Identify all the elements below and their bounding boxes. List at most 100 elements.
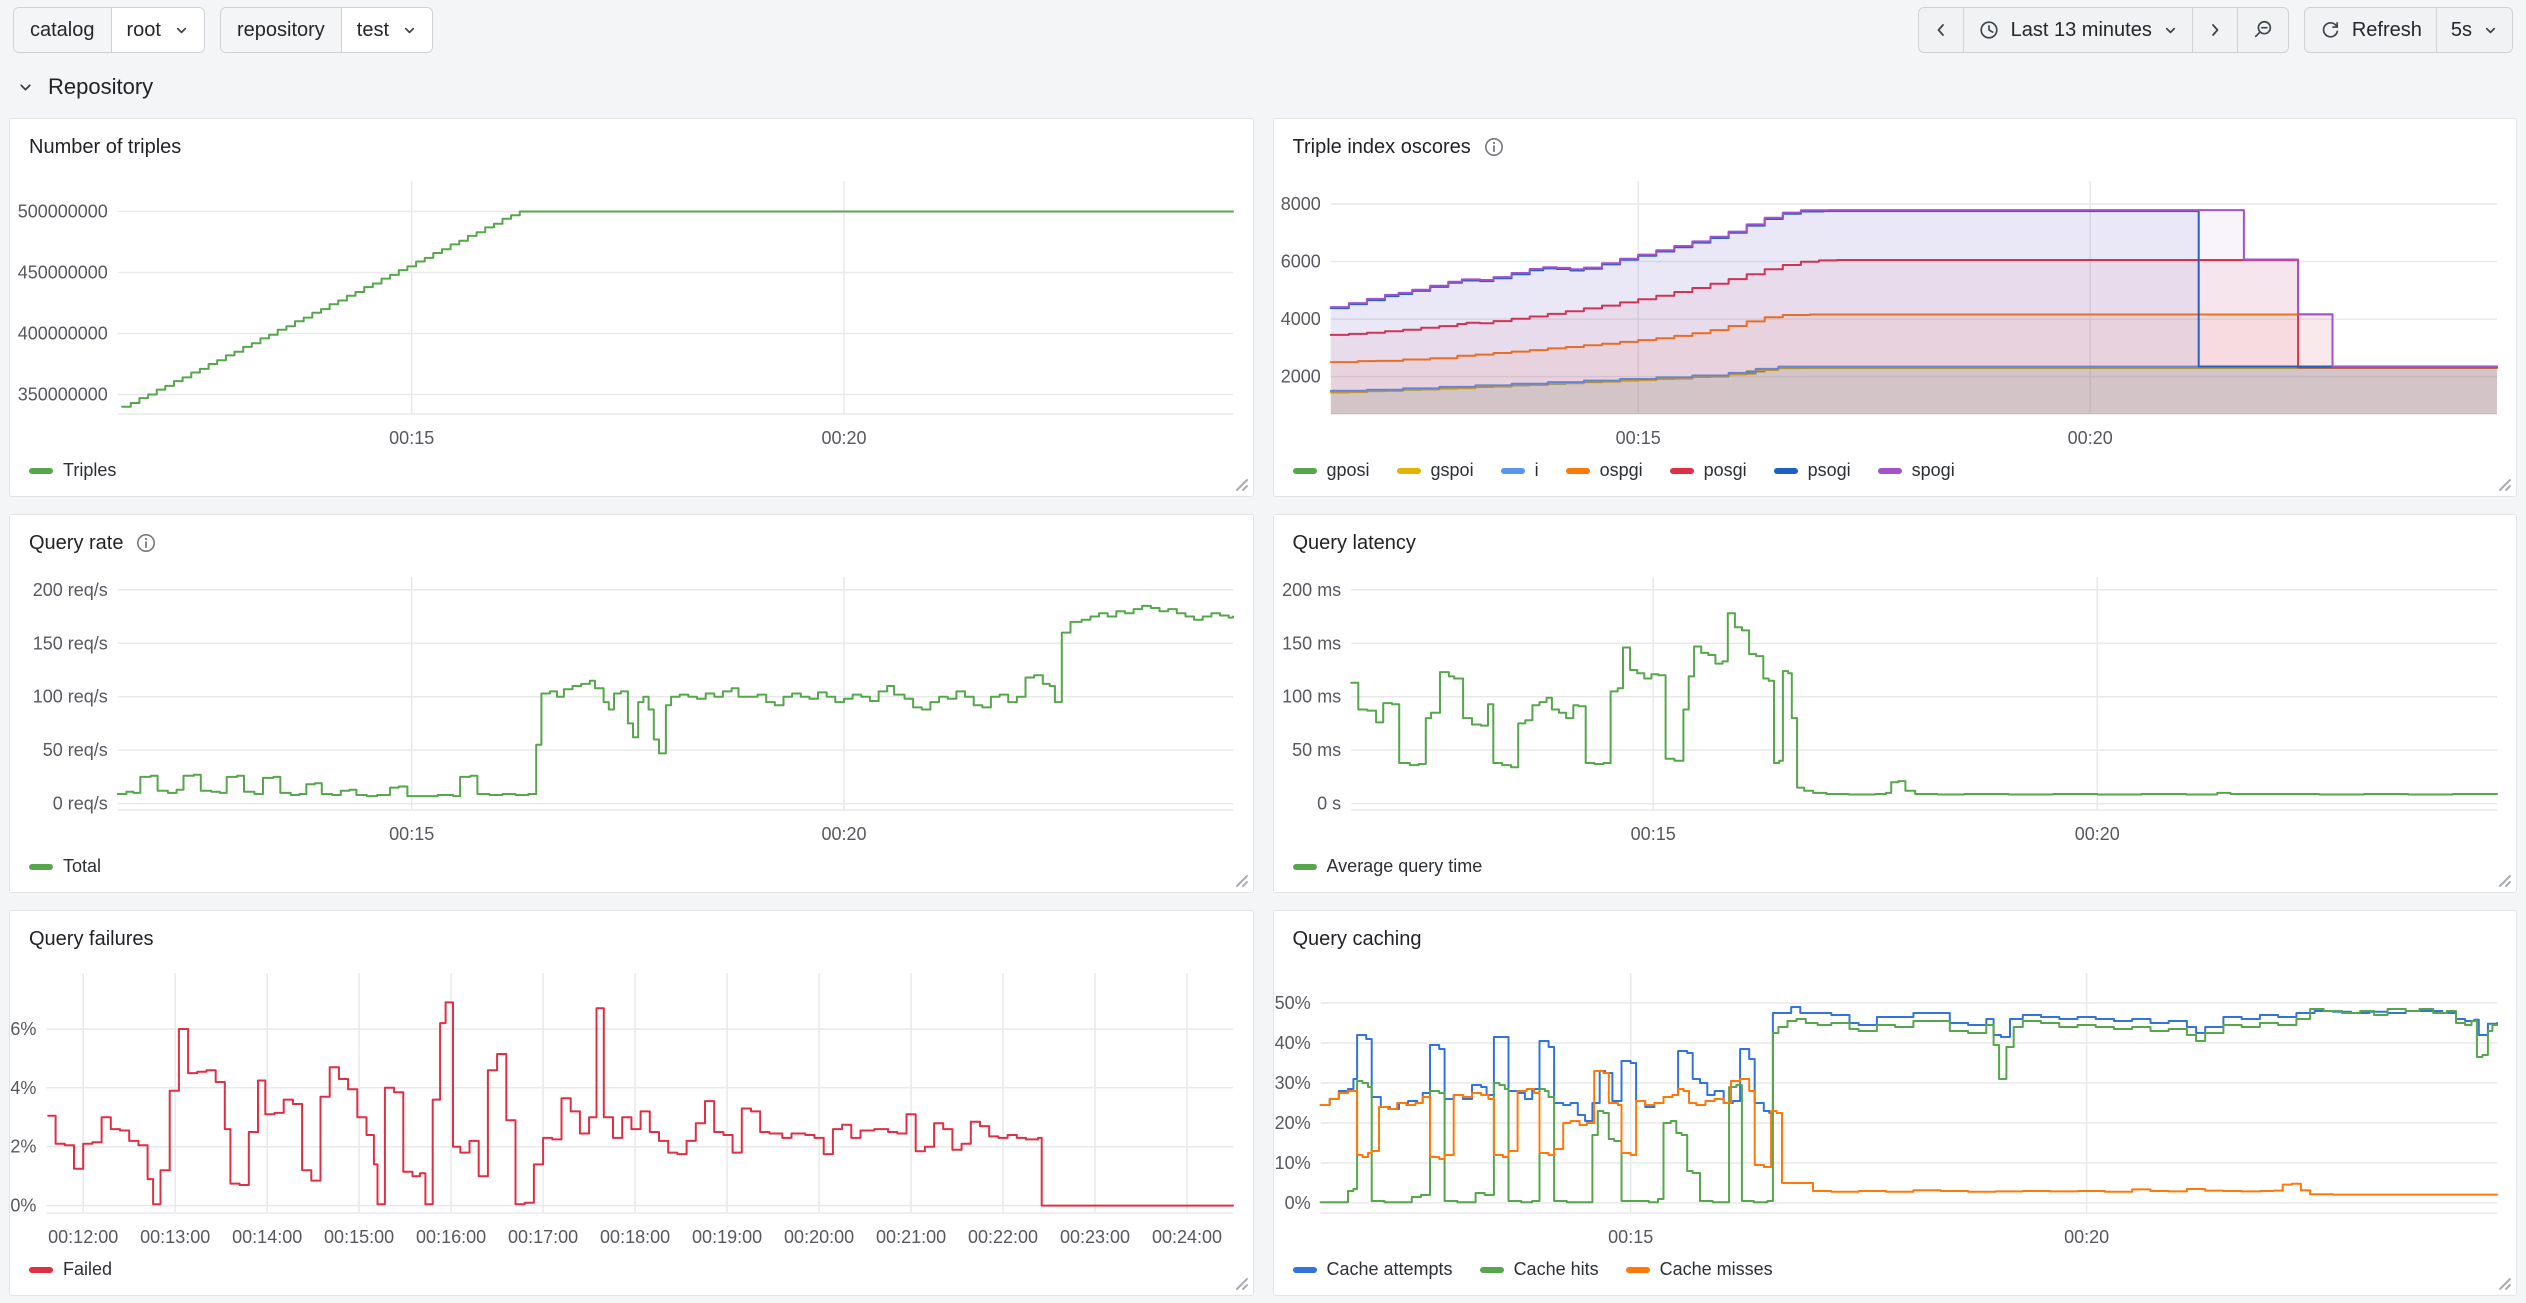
panel-header: Query rate [10, 515, 1253, 561]
legend-item-cache-hits[interactable]: Cache hits [1480, 1259, 1599, 1280]
x-tick-label: 00:23:00 [1060, 1227, 1130, 1247]
x-tick-label: 00:19:00 [692, 1227, 762, 1247]
panel-title[interactable]: Query caching [1293, 928, 1422, 951]
y-tick-label: 0 req/s [53, 794, 108, 814]
series-line-Failed [48, 1002, 1233, 1205]
panel-legend: Average query time [1274, 854, 2517, 892]
panel-query-failures: Query failures 00:12:0000:13:0000:14:000… [9, 910, 1254, 1296]
panel-resize-handle[interactable] [1232, 475, 1249, 492]
legend-item-cache-attempts[interactable]: Cache attempts [1293, 1259, 1453, 1280]
zoom-out-time-button[interactable] [2237, 8, 2288, 52]
panel-header: Triple index oscores [1274, 119, 2517, 165]
panel-resize-handle[interactable] [2495, 871, 2512, 888]
legend-item-gspoi[interactable]: gspoi [1397, 460, 1474, 481]
legend-item-i[interactable]: i [1501, 460, 1539, 481]
legend-marker [1293, 864, 1317, 870]
legend-item-triples[interactable]: Triples [29, 460, 116, 481]
variable-label-catalog: catalog [14, 8, 112, 52]
panel-resize-handle[interactable] [1232, 1274, 1249, 1291]
legend-marker [1670, 468, 1694, 474]
x-tick-label: 00:22:00 [968, 1227, 1038, 1247]
section-header-repository[interactable]: Repository [0, 56, 2526, 118]
legend-label: Failed [63, 1259, 112, 1280]
clock-icon [1978, 19, 2000, 41]
panel-resize-handle[interactable] [2495, 1274, 2512, 1291]
panel-title[interactable]: Number of triples [29, 136, 181, 159]
x-tick-label: 00:12:00 [48, 1227, 118, 1247]
time-shift-forward-button[interactable] [2192, 8, 2237, 52]
panel-title[interactable]: Triple index oscores [1293, 136, 1471, 159]
y-tick-label: 8000 [1280, 194, 1320, 214]
y-tick-label: 40% [1274, 1033, 1310, 1053]
refresh-button[interactable]: Refresh [2305, 8, 2436, 52]
series-line-Total [118, 606, 1233, 796]
timeseries-chart[interactable]: 00:1500:200 s50 ms100 ms150 ms200 ms [1274, 561, 2517, 854]
y-tick-label: 450000000 [18, 263, 108, 283]
variable-pickers: catalog root repository test [13, 7, 433, 53]
timeseries-chart[interactable]: 00:1500:20350000000400000000450000000500… [10, 165, 1253, 458]
y-tick-label: 0 s [1317, 794, 1341, 814]
panel-header: Query failures [10, 911, 1253, 957]
panel-resize-handle[interactable] [2495, 475, 2512, 492]
legend-label: i [1535, 460, 1539, 481]
variable-picker-repository: repository test [220, 7, 433, 53]
legend-marker [1293, 1267, 1317, 1273]
timeseries-chart[interactable]: 00:1500:202000400060008000 [1274, 165, 2517, 458]
panel-title[interactable]: Query latency [1293, 532, 1416, 555]
legend-label: ospgi [1600, 460, 1643, 481]
legend-item-ospgi[interactable]: ospgi [1566, 460, 1643, 481]
timeseries-chart[interactable]: 00:1500:200 req/s50 req/s100 req/s150 re… [10, 561, 1253, 854]
legend-marker [1626, 1267, 1650, 1273]
legend-item-gposi[interactable]: gposi [1293, 460, 1370, 481]
legend-marker [29, 864, 53, 870]
series-line-Triples [122, 212, 1233, 407]
dashboard-toolbar: catalog root repository test [0, 0, 2526, 56]
chevron-left-icon [1933, 22, 1949, 38]
chart-canvas: 00:1500:20350000000400000000450000000500… [10, 165, 1253, 458]
panel-query-caching: Query caching 00:1500:200%10%20%30%40%50… [1273, 910, 2518, 1296]
legend-item-posgi[interactable]: posgi [1670, 460, 1747, 481]
legend-item-average-query-time[interactable]: Average query time [1293, 856, 1483, 877]
time-range-label: Last 13 minutes [2011, 19, 2152, 42]
y-tick-label: 50% [1274, 993, 1310, 1013]
panel-legend: Triples [10, 458, 1253, 496]
legend-item-spogi[interactable]: spogi [1878, 460, 1955, 481]
refresh-interval-value: 5s [2451, 19, 2472, 42]
series-line-Average query time [1351, 613, 2497, 794]
legend-item-failed[interactable]: Failed [29, 1259, 112, 1280]
refresh-interval-button[interactable]: 5s [2436, 8, 2512, 52]
y-tick-label: 6000 [1280, 252, 1320, 272]
section-title: Repository [48, 74, 153, 100]
variable-value-repository[interactable]: test [342, 8, 432, 52]
legend-item-psogi[interactable]: psogi [1774, 460, 1851, 481]
panel-triple-index-oscores: Triple index oscores 00:1500:20200040006… [1273, 118, 2518, 497]
x-tick-label: 00:14:00 [232, 1227, 302, 1247]
legend-item-total[interactable]: Total [29, 856, 101, 877]
panel-legend: gposi gspoi i ospgi posgi psogi spogi [1274, 458, 2517, 496]
panel-legend: Failed [10, 1257, 1253, 1295]
info-icon[interactable] [1484, 137, 1504, 157]
y-tick-label: 2000 [1280, 367, 1320, 387]
chart-canvas: 00:1500:200 s50 ms100 ms150 ms200 ms [1274, 561, 2517, 854]
y-tick-label: 200 ms [1282, 580, 1341, 600]
time-range-picker-button[interactable]: Last 13 minutes [1963, 8, 2192, 52]
info-icon[interactable] [136, 533, 156, 553]
timeseries-chart[interactable]: 00:12:0000:13:0000:14:0000:15:0000:16:00… [10, 957, 1253, 1257]
x-tick-label: 00:16:00 [416, 1227, 486, 1247]
panel-title[interactable]: Query rate [29, 532, 123, 555]
panel-resize-handle[interactable] [1232, 871, 1249, 888]
timeseries-chart[interactable]: 00:1500:200%10%20%30%40%50% [1274, 957, 2517, 1257]
variable-value-catalog[interactable]: root [112, 8, 204, 52]
panel-title[interactable]: Query failures [29, 928, 154, 951]
time-shift-back-button[interactable] [1919, 8, 1963, 52]
panel-number-of-triples: Number of triples 00:1500:20350000000400… [9, 118, 1254, 497]
panel-header: Number of triples [10, 119, 1253, 165]
y-tick-label: 4000 [1280, 309, 1320, 329]
x-tick-label: 00:18:00 [600, 1227, 670, 1247]
y-tick-label: 400000000 [18, 324, 108, 344]
y-tick-label: 30% [1274, 1073, 1310, 1093]
y-tick-label: 0% [10, 1196, 36, 1216]
panel-header: Query latency [1274, 515, 2517, 561]
chevron-down-icon [17, 79, 34, 96]
legend-item-cache-misses[interactable]: Cache misses [1626, 1259, 1773, 1280]
